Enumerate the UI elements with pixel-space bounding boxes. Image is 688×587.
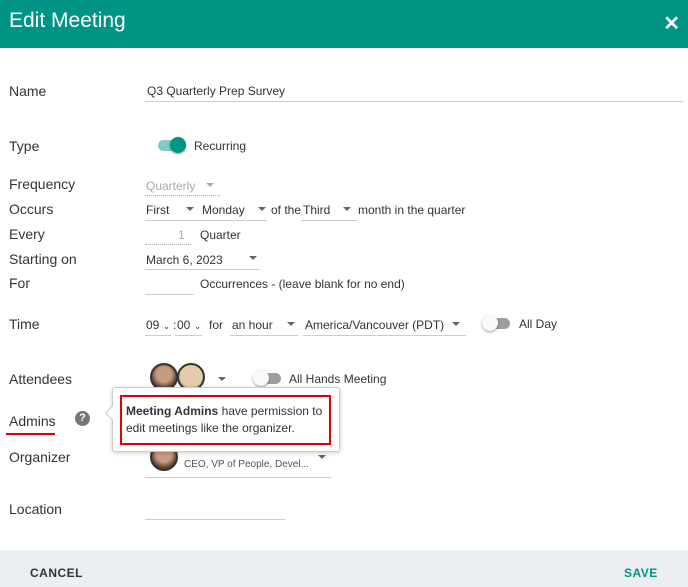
admins-highlight-underline — [6, 433, 55, 435]
tooltip-bold: Meeting Admins — [126, 404, 219, 418]
recurring-label: Recurring — [194, 139, 247, 153]
starting-date-picker[interactable]: March 6, 2023 — [146, 253, 223, 267]
recurring-toggle[interactable] — [158, 137, 186, 153]
chevron-down-icon — [249, 256, 257, 260]
month-underline — [301, 220, 357, 221]
occurs-underline — [145, 220, 267, 221]
all-hands-toggle[interactable] — [253, 370, 281, 386]
ordinal-select[interactable]: First — [146, 203, 169, 217]
hour-underline — [145, 335, 171, 336]
of-the-text: of the — [271, 203, 302, 217]
chevron-down-icon: ⌄ — [162, 321, 171, 331]
timezone-underline — [303, 335, 466, 336]
organizer-label: Organizer — [9, 449, 71, 465]
organizer-underline — [145, 477, 331, 478]
duration-underline — [230, 335, 298, 336]
chevron-down-icon[interactable] — [318, 455, 326, 459]
help-icon[interactable]: ? — [75, 411, 90, 426]
chevron-down-icon[interactable] — [218, 377, 226, 381]
minute-value: 00 — [177, 318, 191, 332]
save-button[interactable]: SAVE — [624, 566, 658, 580]
close-icon[interactable]: ✕ — [663, 11, 680, 36]
chevron-down-icon — [206, 183, 214, 187]
starting-underline — [145, 269, 260, 270]
occurs-label: Occurs — [9, 201, 54, 217]
chevron-down-icon — [287, 322, 295, 326]
type-label: Type — [9, 138, 40, 154]
location-underline — [145, 519, 285, 520]
cancel-button[interactable]: CANCEL — [30, 566, 83, 580]
frequency-select[interactable]: Quarterly — [146, 179, 195, 193]
month-suffix: month in the quarter — [358, 203, 466, 217]
organizer-title: CEO, VP of People, Devel... — [184, 459, 309, 470]
chevron-down-icon: ⌄ — [193, 321, 202, 331]
chevron-down-icon — [186, 207, 194, 211]
tooltip-highlight-box: Meeting Admins have permission to edit m… — [120, 395, 331, 445]
chevron-down-icon — [343, 207, 351, 211]
chevron-down-icon — [258, 207, 266, 211]
every-input[interactable]: 1 — [178, 228, 185, 242]
month-select[interactable]: Third — [303, 203, 330, 217]
timezone-select[interactable]: America/Vancouver (PDT) — [305, 318, 444, 332]
all-day-label: All Day — [519, 317, 558, 331]
all-hands-label: All Hands Meeting — [289, 372, 387, 386]
admins-tooltip: Meeting Admins have permission to edit m… — [104, 387, 340, 452]
time-label: Time — [9, 316, 40, 332]
attendees-label: Attendees — [9, 371, 73, 387]
hour-select[interactable]: 09 ⌄ — [146, 318, 170, 332]
for-label: For — [9, 275, 30, 291]
duration-select[interactable]: an hour — [232, 318, 273, 332]
every-underline — [145, 244, 191, 245]
name-underline — [145, 101, 683, 102]
occurrences-underline — [145, 294, 194, 295]
time-separator: : — [173, 318, 177, 332]
frequency-label: Frequency — [9, 176, 76, 192]
starting-label: Starting on — [9, 251, 77, 267]
all-day-toggle[interactable] — [482, 315, 510, 331]
location-label: Location — [9, 501, 62, 517]
for-text: for — [209, 318, 224, 332]
day-select[interactable]: Monday — [202, 203, 245, 217]
dialog-footer: CANCEL SAVE — [0, 550, 688, 587]
dialog-title: Edit Meeting — [9, 9, 126, 32]
tooltip-arrow — [104, 405, 120, 421]
admins-label: Admins — [9, 413, 56, 429]
dialog-header: Edit Meeting ✕ — [0, 0, 688, 48]
hour-value: 09 — [146, 318, 160, 332]
every-unit: Quarter — [200, 228, 241, 242]
minute-underline — [175, 335, 202, 336]
minute-select[interactable]: 00 ⌄ — [177, 318, 201, 332]
name-input[interactable]: Q3 Quarterly Prep Survey — [147, 84, 285, 98]
chevron-down-icon — [452, 322, 460, 326]
name-label: Name — [9, 83, 47, 99]
occurrences-suffix: Occurrences - (leave blank for no end) — [200, 277, 405, 291]
frequency-underline — [145, 195, 220, 196]
every-label: Every — [9, 226, 45, 242]
